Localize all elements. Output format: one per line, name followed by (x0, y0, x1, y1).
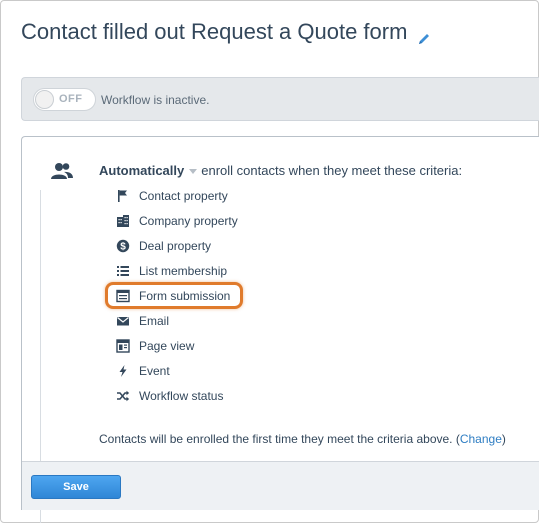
toggle-label: OFF (59, 93, 83, 105)
option-deal-property[interactable]: $ Deal property (116, 236, 211, 256)
option-email[interactable]: Email (116, 311, 169, 331)
option-label: Company property (139, 214, 238, 228)
option-label: Contact property (139, 189, 228, 203)
option-label: Page view (139, 339, 195, 353)
users-icon (50, 162, 74, 180)
chevron-down-icon[interactable] (189, 169, 198, 174)
workflow-status-bar: OFF Workflow is inactive. (21, 77, 539, 121)
toggle-knob (35, 90, 54, 109)
option-page-view[interactable]: Page view (116, 336, 194, 356)
enrollment-note: Contacts will be enrolled the first time… (99, 432, 506, 446)
dollar-icon: $ (116, 239, 130, 253)
pencil-icon[interactable] (417, 26, 431, 44)
option-company-property[interactable]: Company property (116, 211, 238, 231)
envelope-icon (116, 314, 130, 328)
form-submission-highlight (105, 282, 243, 309)
option-workflow-status[interactable]: Workflow status (116, 386, 223, 406)
status-message: Workflow is inactive. (101, 93, 210, 107)
option-event[interactable]: Event (116, 361, 170, 381)
workflow-toggle[interactable]: OFF (33, 88, 96, 111)
page-icon (116, 339, 130, 353)
bolt-icon (116, 364, 130, 378)
option-contact-property[interactable]: Contact property (116, 186, 228, 206)
enrollment-panel (21, 136, 539, 510)
criteria-text: enroll contacts when they meet these cri… (201, 163, 463, 178)
note-text: Contacts will be enrolled the first time… (99, 432, 460, 446)
save-button[interactable]: Save (31, 475, 121, 499)
option-label: List membership (139, 264, 228, 278)
page-title-text: Contact filled out Request a Quote form (21, 19, 408, 44)
building-icon (116, 214, 130, 228)
change-link[interactable]: Change (460, 432, 502, 446)
enrollment-mode-dropdown[interactable]: Automatically (99, 163, 184, 178)
option-label: Workflow status (139, 389, 224, 403)
shuffle-icon (116, 389, 130, 403)
page-title: Contact filled out Request a Quote form (21, 19, 431, 45)
flag-icon (116, 189, 130, 203)
footer-bar: Save (22, 461, 539, 510)
enrollment-criteria: Automatically enroll contacts when they … (99, 163, 462, 178)
list-icon (116, 264, 130, 278)
option-label: Event (139, 364, 170, 378)
option-label: Deal property (139, 239, 212, 253)
option-list-membership[interactable]: List membership (116, 261, 227, 281)
svg-text:$: $ (120, 242, 126, 253)
option-label: Email (139, 314, 170, 328)
note-close: ) (501, 432, 506, 446)
